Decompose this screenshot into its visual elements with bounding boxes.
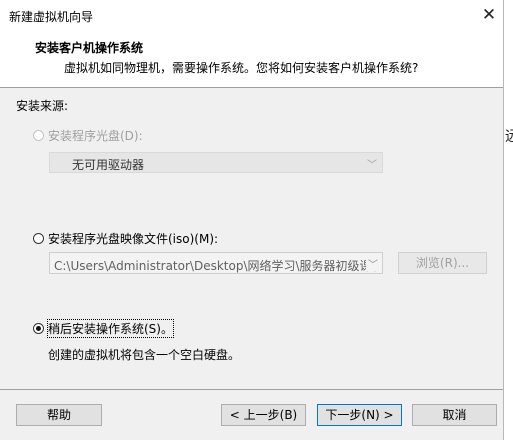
iso-path-select[interactable]: C:\Users\Administrator\Desktop\网络学习\服务器初…: [49, 252, 383, 274]
page-title: 安装客户机操作系统: [35, 41, 144, 55]
radio-circle: [33, 130, 44, 141]
iso-path-value: C:\Users\Administrator\Desktop\网络学习\服务器初…: [54, 259, 376, 273]
new-vm-wizard-dialog: 新建虚拟机向导 ✕ 安装客户机操作系统 虚拟机如同物理机，需要操作系统。您将如何…: [0, 0, 504, 440]
disc-drive-select[interactable]: 无可用驱动器 ﹀: [49, 152, 383, 173]
window-title: 新建虚拟机向导: [9, 10, 94, 24]
back-button[interactable]: < 上一步(B): [221, 404, 306, 426]
wizard-header: 安装客户机操作系统 虚拟机如同物理机，需要操作系统。您将如何安装客户机操作系统?: [0, 30, 503, 88]
browse-button[interactable]: 浏览(R)...: [398, 252, 487, 274]
footer-divider: [0, 389, 503, 390]
radio-install-later[interactable]: 稍后安装操作系统(S)。: [33, 319, 174, 338]
close-icon[interactable]: ✕: [478, 5, 500, 25]
radio-install-iso-label: 安装程序光盘映像文件(iso)(M):: [48, 232, 219, 246]
radio-circle-selected: [33, 323, 44, 334]
next-button[interactable]: 下一步(N) >: [317, 404, 402, 426]
radio-install-later-label: 稍后安装操作系统(S)。: [47, 319, 174, 338]
title-bar: 新建虚拟机向导 ✕: [0, 0, 503, 30]
cancel-button[interactable]: 取消: [412, 404, 497, 426]
chevron-down-icon: ﹀: [367, 160, 377, 171]
page-subtitle: 虚拟机如同物理机，需要操作系统。您将如何安装客户机操作系统?: [64, 61, 419, 75]
radio-install-disc[interactable]: 安装程序光盘(D):: [33, 127, 143, 144]
radio-circle: [33, 233, 44, 244]
radio-install-disc-label: 安装程序光盘(D):: [48, 129, 143, 143]
install-source-label: 安装来源:: [16, 99, 69, 113]
radio-install-iso[interactable]: 安装程序光盘映像文件(iso)(M):: [33, 230, 218, 247]
help-button[interactable]: 帮助: [16, 404, 102, 426]
chevron-down-icon: ﹀: [366, 256, 378, 271]
background-window-glyph: 远: [505, 129, 513, 145]
disc-drive-value: 无可用驱动器: [72, 158, 145, 172]
install-later-description: 创建的虚拟机将包含一个空白硬盘。: [48, 348, 241, 362]
